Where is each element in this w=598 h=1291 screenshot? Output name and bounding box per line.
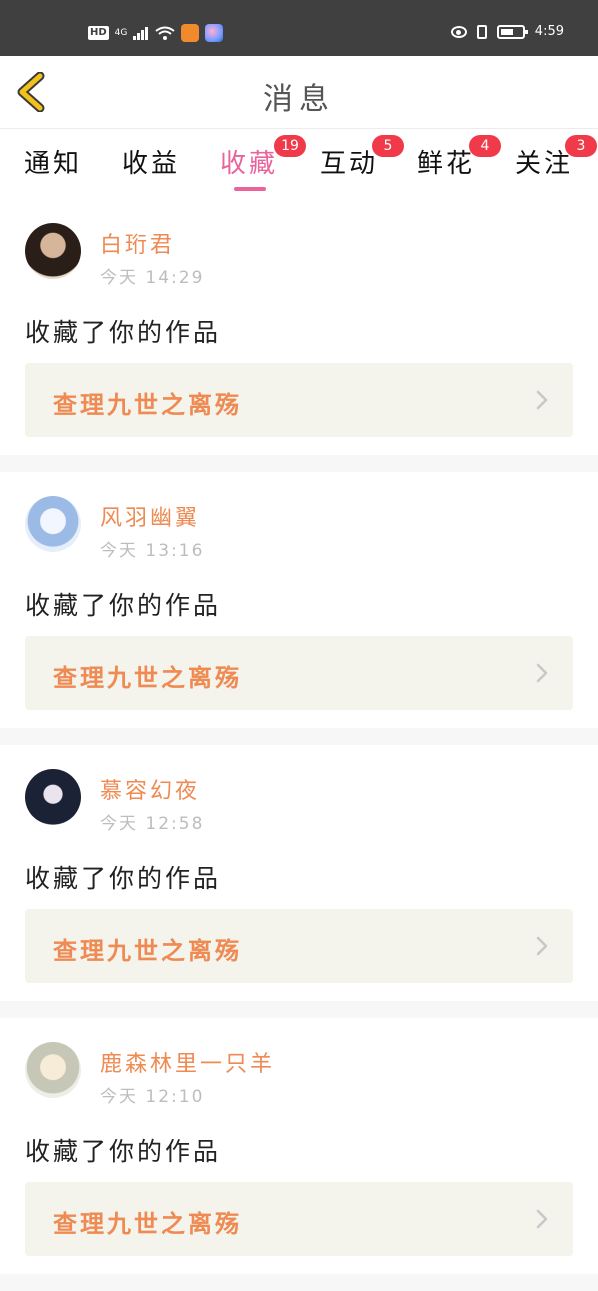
- avatar[interactable]: [25, 769, 81, 825]
- work-title: 查理九世之离殇: [53, 937, 242, 965]
- username[interactable]: 白珩君: [100, 227, 175, 259]
- list-item: 白珩君 今天 14:29 收藏了你的作品 查理九世之离殇: [0, 199, 598, 455]
- active-tab-indicator: [234, 187, 266, 191]
- badge-count: 19: [274, 135, 306, 157]
- tab-label: 通知: [24, 149, 83, 179]
- battery-icon: [496, 24, 528, 39]
- wifi-icon: [155, 26, 175, 40]
- status-bar-left: HD 4G: [88, 24, 224, 42]
- vibrate-icon: [476, 24, 487, 39]
- timestamp: 今天 12:10: [100, 1087, 205, 1107]
- tab-flowers[interactable]: 鲜花 4: [417, 135, 501, 180]
- tab-label: 关注: [515, 149, 574, 179]
- tab-interactions[interactable]: 互动 5: [320, 135, 404, 180]
- page-title: 消息: [263, 82, 335, 117]
- chevron-right-icon: [536, 390, 548, 410]
- avatar[interactable]: [25, 1042, 81, 1098]
- chevron-right-icon: [536, 936, 548, 956]
- work-link[interactable]: 查理九世之离殇: [25, 1182, 573, 1256]
- avatar[interactable]: [25, 496, 81, 552]
- timestamp: 今天 14:29: [100, 268, 205, 288]
- hd-icon: HD: [88, 26, 109, 40]
- action-text: 收藏了你的作品: [25, 864, 222, 893]
- app-icon: [181, 24, 200, 42]
- action-text: 收藏了你的作品: [25, 591, 222, 620]
- username[interactable]: 鹿森林里一只羊: [100, 1046, 275, 1078]
- tab-notifications[interactable]: 通知: [24, 143, 82, 180]
- tab-earnings[interactable]: 收益: [122, 143, 180, 180]
- tab-follows[interactable]: 关注 3: [515, 135, 597, 180]
- username[interactable]: 慕容幻夜: [100, 773, 200, 805]
- action-text: 收藏了你的作品: [25, 1137, 222, 1166]
- avatar[interactable]: [25, 223, 81, 279]
- username[interactable]: 风羽幽翼: [100, 500, 200, 532]
- action-text: 收藏了你的作品: [25, 318, 222, 347]
- work-link[interactable]: 查理九世之离殇: [25, 363, 573, 437]
- badge-count: 4: [469, 135, 501, 157]
- tab-favorites[interactable]: 收藏 19: [220, 135, 306, 180]
- chevron-right-icon: [536, 1209, 548, 1229]
- chevron-right-icon: [536, 663, 548, 683]
- list-item: 慕容幻夜 今天 12:58 收藏了你的作品 查理九世之离殇: [0, 745, 598, 1001]
- list-item: 风羽幽翼 今天 13:16 收藏了你的作品 查理九世之离殇: [0, 472, 598, 728]
- work-title: 查理九世之离殇: [53, 664, 242, 692]
- status-bar: HD 4G 4:59: [0, 0, 598, 56]
- work-link[interactable]: 查理九世之离殇: [25, 909, 573, 983]
- app-icon: [205, 24, 224, 42]
- list-item: 鹿森林里一只羊 今天 12:10 收藏了你的作品 查理九世之离殇: [0, 1018, 598, 1274]
- badge-count: 3: [565, 135, 597, 157]
- work-title: 查理九世之离殇: [53, 1210, 242, 1238]
- work-title: 查理九世之离殇: [53, 391, 242, 419]
- tab-label: 鲜花: [417, 149, 476, 179]
- signal-icon: 4G: [114, 28, 128, 38]
- timestamp: 今天 12:58: [100, 814, 205, 834]
- badge-count: 5: [372, 135, 404, 157]
- tab-label: 收益: [122, 149, 181, 179]
- work-link[interactable]: 查理九世之离殇: [25, 636, 573, 710]
- tab-bar: 通知 收益 收藏 19 互动 5 鲜花 4 关注 3: [0, 129, 598, 199]
- status-bar-right: 4:59: [450, 24, 564, 39]
- timestamp: 今天 13:16: [100, 541, 205, 561]
- signal-bars-icon: [133, 27, 149, 40]
- eye-icon: [450, 25, 467, 38]
- status-time: 4:59: [534, 24, 564, 39]
- message-list: 白珩君 今天 14:29 收藏了你的作品 查理九世之离殇 风羽幽翼 今天 13:…: [0, 199, 598, 1291]
- tab-label: 收藏: [220, 149, 279, 179]
- header: 消息: [0, 56, 598, 129]
- tab-label: 互动: [320, 149, 379, 179]
